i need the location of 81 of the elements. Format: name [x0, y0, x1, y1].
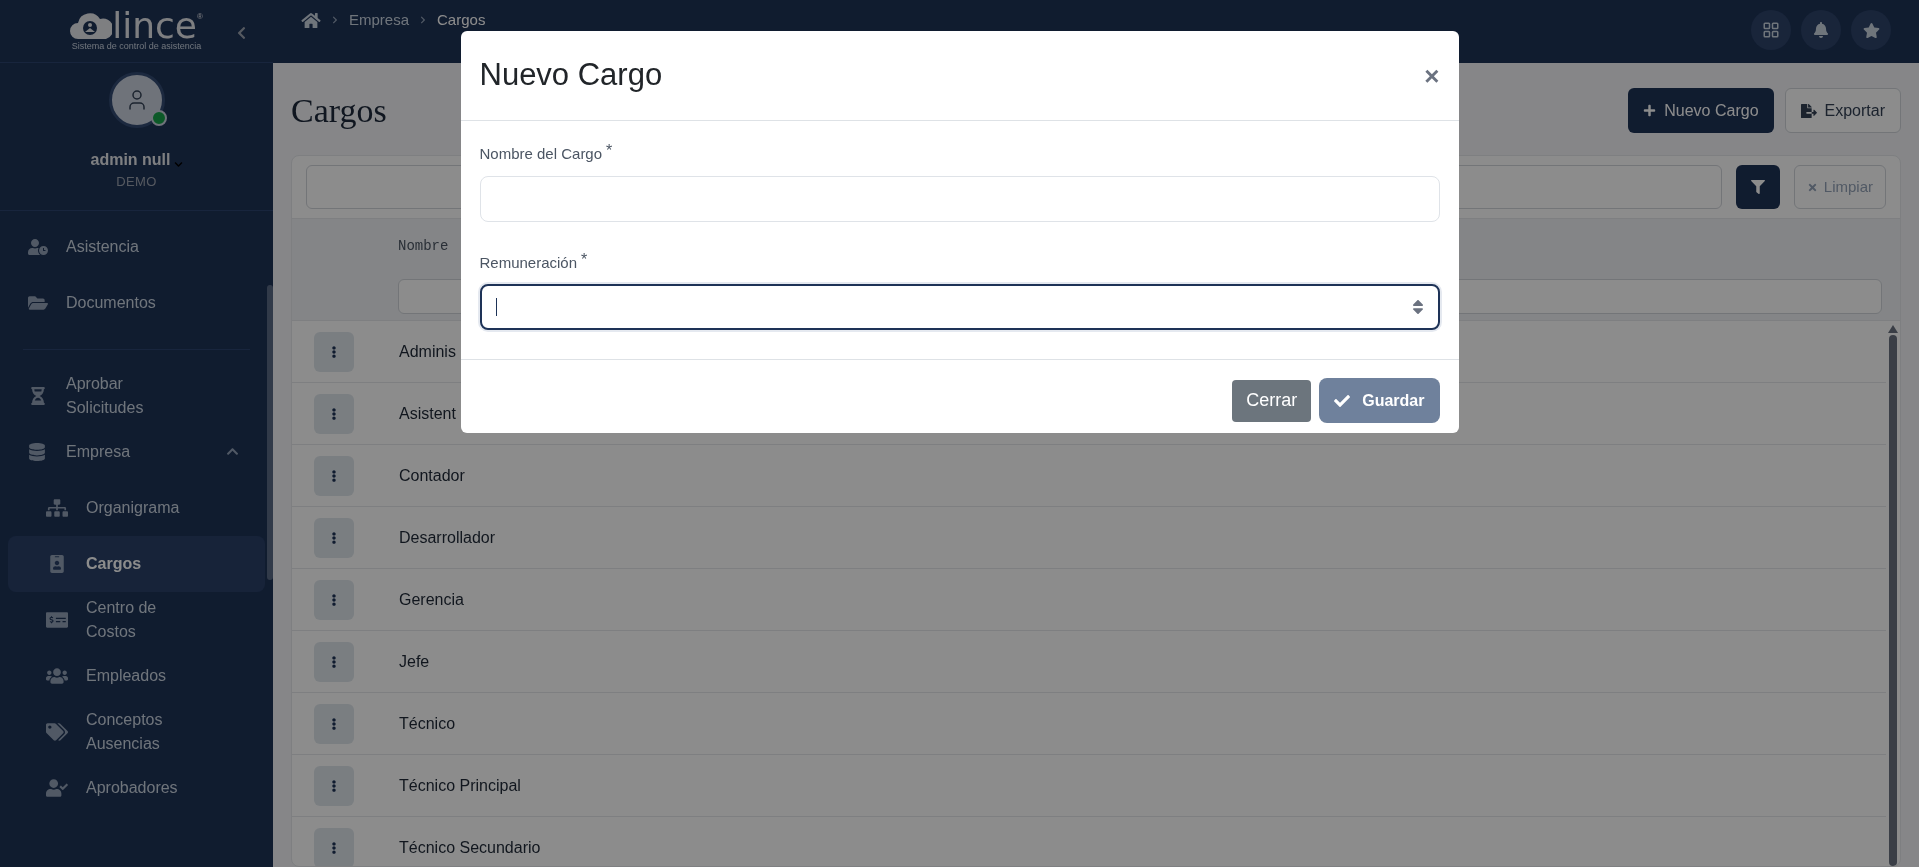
table-cell-text: Gerencia [399, 589, 464, 610]
table-cell-text: Desarrollador [399, 527, 496, 548]
row-menu-button[interactable] [314, 641, 354, 682]
new-button[interactable]: Nuevo Cargo [1628, 88, 1774, 133]
user-check-icon [46, 778, 68, 797]
export-button[interactable]: Exportar [1784, 88, 1901, 133]
chevron-right-icon [331, 16, 339, 24]
check-icon [1334, 392, 1351, 409]
sidebar-item[interactable]: Cargos [8, 535, 265, 592]
logo-icon [70, 10, 113, 41]
bell-icon [1813, 22, 1829, 38]
table-cell-text: Técnico Secundario [399, 837, 541, 858]
table-cell-text: Adminis [399, 341, 456, 362]
sidebar-item[interactable]: Organigrama [8, 479, 265, 536]
row-menu-button[interactable] [314, 455, 354, 496]
sidebar-group[interactable]: Empresa [8, 423, 265, 480]
sitemap-icon [46, 498, 68, 517]
collapse-icon[interactable] [236, 26, 247, 40]
database-icon [28, 442, 46, 461]
row-menu-button[interactable] [314, 579, 354, 620]
export-icon [1800, 102, 1817, 119]
scrollbar[interactable] [267, 285, 273, 580]
table-cell-text: Asistent [399, 403, 456, 424]
chevron-right-icon [419, 16, 428, 24]
input-field[interactable] [479, 175, 1440, 222]
plus-icon [1643, 104, 1657, 117]
page-title: Cargos [291, 91, 387, 131]
table-cell-text: Contador [399, 465, 465, 486]
grid-icon [1762, 21, 1780, 39]
row-menu-button[interactable] [314, 331, 354, 372]
sidebar-item[interactable]: Aprobar Solicitudes [8, 367, 265, 424]
tags-icon [46, 722, 68, 741]
hourglass-icon [28, 386, 48, 405]
select-field[interactable] [479, 284, 1440, 330]
notifications-button[interactable] [1801, 10, 1841, 50]
sidebar-item[interactable]: Aprobadores [8, 759, 265, 816]
close-button[interactable]: × [1424, 62, 1440, 89]
sidebar-item[interactable]: Centro de Costos [8, 591, 265, 648]
star-icon [1862, 21, 1880, 39]
breadcrumb-link[interactable]: Cargos [437, 8, 486, 32]
money-check-icon [46, 610, 68, 629]
close-icon [1806, 181, 1818, 193]
chevron-up-icon [226, 445, 239, 458]
scrollbar-thumb[interactable] [1889, 335, 1897, 866]
row-menu-button[interactable] [314, 393, 354, 434]
folder-icon [28, 293, 48, 312]
required-mark: * [606, 143, 613, 159]
clear-button[interactable]: Limpiar [1793, 165, 1886, 209]
sidebar-item[interactable]: Documentos [8, 274, 265, 331]
row-menu-button[interactable] [314, 703, 354, 744]
column-header[interactable]: Nombre [398, 238, 449, 254]
required-mark: * [581, 251, 588, 268]
row-menu-button[interactable] [314, 517, 354, 558]
sidebar-item[interactable]: Empleados [8, 647, 265, 704]
user-org: DEMO [116, 173, 157, 191]
users-icon [46, 666, 68, 685]
modal-title: Nuevo Cargo [479, 56, 663, 95]
table-cell-text: Técnico Principal [399, 775, 521, 796]
user-clock-icon [28, 237, 48, 256]
sort-arrows-icon [1411, 298, 1424, 316]
registered-mark: ® [196, 10, 203, 21]
breadcrumb-link[interactable]: Empresa [349, 8, 410, 32]
user-name[interactable]: admin null [90, 148, 171, 172]
field-label: Nombre del Cargo [479, 144, 603, 164]
filter-button[interactable] [1735, 165, 1780, 209]
text-cursor [495, 298, 497, 316]
logo-text: lince [112, 10, 197, 41]
row-menu-button[interactable] [314, 765, 354, 806]
sidebar-item[interactable]: Conceptos Ausencias [8, 703, 265, 760]
sidebar-item[interactable]: Asistencia [8, 218, 265, 275]
home-icon[interactable] [301, 11, 321, 29]
favorites-button[interactable] [1851, 10, 1891, 50]
logo-tagline: Sistema de control de asistencia [71, 40, 202, 52]
scroll-up-icon[interactable] [1888, 325, 1898, 333]
filter-icon [1750, 180, 1765, 194]
apps-button[interactable] [1751, 10, 1791, 50]
table-cell-text: Jefe [399, 651, 430, 672]
table-cell-text: Técnico [399, 713, 456, 734]
close-dialog-button[interactable]: Cerrar [1232, 379, 1312, 422]
row-menu-button[interactable] [314, 827, 354, 866]
field-label: Remuneración [479, 252, 578, 273]
